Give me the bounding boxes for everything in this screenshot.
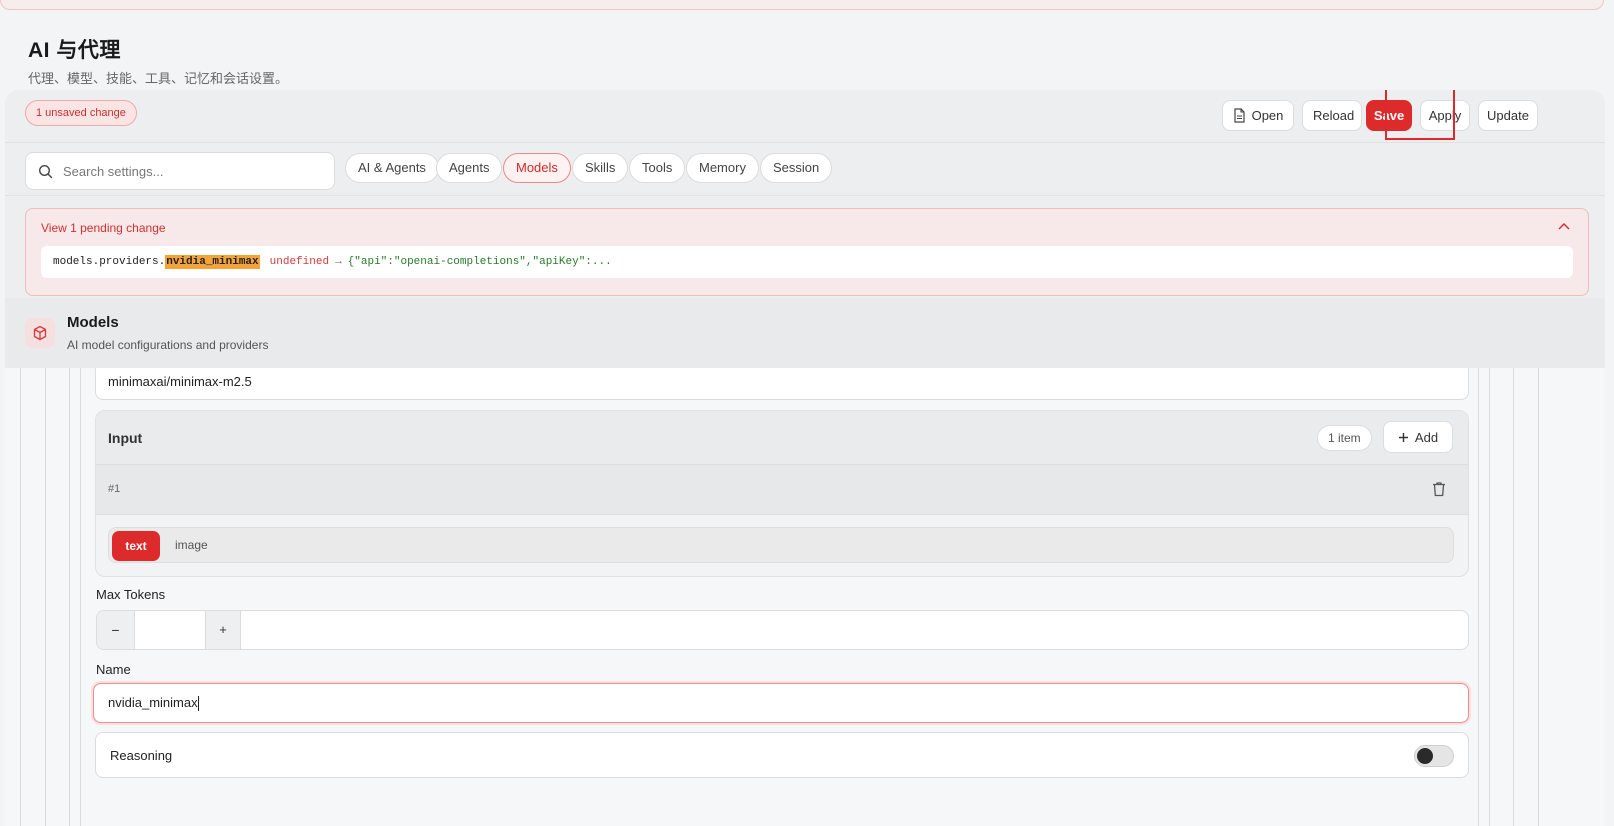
nesting-line <box>45 368 46 826</box>
max-tokens-stepper: − + <box>96 610 1469 650</box>
option-text[interactable]: text <box>112 531 160 561</box>
max-tokens-input[interactable] <box>135 611 205 649</box>
file-icon <box>1233 108 1245 123</box>
models-content: minimaxai/minimax-m2.5 Input 1 item Add … <box>5 368 1605 826</box>
update-button[interactable]: Update <box>1478 100 1538 131</box>
text-caret <box>197 696 199 712</box>
reasoning-label: Reasoning <box>110 748 173 763</box>
section-subtitle: AI model configurations and providers <box>67 338 269 352</box>
filter-models[interactable]: Models <box>503 153 571 183</box>
model-id-field[interactable]: minimaxai/minimax-m2.5 <box>95 368 1469 400</box>
reasoning-row: Reasoning <box>95 732 1469 778</box>
nesting-line <box>1478 368 1479 826</box>
add-item-button[interactable]: Add <box>1383 421 1453 453</box>
pending-change-row: models.providers.nvidia_minimax undefined… <box>41 246 1573 278</box>
add-item-label: Add <box>1414 429 1439 445</box>
input-list-title: Input <box>108 430 143 446</box>
filter-row: AI & Agents Agents Models Skills Tools M… <box>5 142 1605 196</box>
max-tokens-label: Max Tokens <box>96 587 166 602</box>
name-input[interactable]: nvidia_minimax <box>93 683 1469 723</box>
save-highlight-box <box>1385 90 1455 140</box>
item-count-badge: 1 item <box>1317 425 1372 451</box>
open-button-label: Open <box>1251 108 1284 123</box>
update-button-label: Update <box>1487 108 1529 123</box>
section-title: Models <box>67 314 119 331</box>
models-section-header: Models AI model configurations and provi… <box>5 298 1605 368</box>
filter-agents[interactable]: Agents <box>436 153 503 183</box>
unsaved-badge[interactable]: 1 unsaved change <box>25 100 137 126</box>
nesting-line <box>20 368 21 826</box>
input-list-header: Input 1 item Add <box>96 411 1468 465</box>
top-banner <box>0 0 1604 10</box>
reload-button[interactable]: Reload <box>1302 100 1362 131</box>
pending-toggle[interactable]: View 1 pending change <box>41 221 166 235</box>
change-new-value: {"api":"openai-completions","apiKey":... <box>347 256 612 268</box>
search-input[interactable] <box>63 163 303 179</box>
filter-memory[interactable]: Memory <box>686 153 759 183</box>
list-item: #1 <box>96 465 1468 515</box>
filter-tools[interactable]: Tools <box>629 153 686 183</box>
pending-changes: View 1 pending change models.providers.n… <box>25 208 1589 296</box>
change-key: nvidia_minimax <box>165 255 260 269</box>
filter-session[interactable]: Session <box>760 153 833 183</box>
filter-ai-agents[interactable]: AI & Agents <box>345 153 439 183</box>
filter-skills[interactable]: Skills <box>572 153 629 183</box>
reasoning-toggle[interactable] <box>1414 745 1454 767</box>
page-subtitle: 代理、模型、技能、工具、记忆和会话设置。 <box>28 71 289 86</box>
input-list-card: Input 1 item Add #1 text image <box>95 410 1469 577</box>
plus-icon <box>1398 432 1408 442</box>
change-old-value: undefined <box>269 256 330 268</box>
nesting-line <box>1513 368 1514 826</box>
decrement-button[interactable]: − <box>97 611 135 649</box>
nesting-line <box>80 368 81 826</box>
nesting-line <box>69 368 70 826</box>
toggle-knob <box>1417 748 1433 764</box>
search-icon <box>38 164 53 178</box>
option-image[interactable]: image <box>175 538 208 552</box>
change-arrow: → <box>335 256 342 268</box>
trash-icon[interactable] <box>1432 481 1446 502</box>
nesting-line <box>1489 368 1490 826</box>
page-header: AI 与代理 代理、模型、技能、工具、记忆和会话设置。 <box>28 34 288 87</box>
change-path: models.providers. <box>53 256 166 268</box>
name-input-value: nvidia_minimax <box>108 695 198 710</box>
toolbar: 1 unsaved change Open Reload Save Apply … <box>5 90 1605 142</box>
search-box[interactable] <box>25 152 335 190</box>
settings-panel: 1 unsaved change Open Reload Save Apply … <box>5 90 1605 826</box>
increment-button[interactable]: + <box>205 611 241 649</box>
cube-icon <box>25 318 55 348</box>
reload-button-label: Reload <box>1313 108 1355 123</box>
item-number: #1 <box>108 483 121 495</box>
page-title: AI 与代理 <box>28 39 121 62</box>
nesting-line <box>1538 368 1539 826</box>
name-label: Name <box>96 662 131 677</box>
open-button[interactable]: Open <box>1222 100 1294 131</box>
input-type-segmented: text image <box>108 527 1454 563</box>
chevron-up-icon[interactable] <box>1558 219 1570 233</box>
